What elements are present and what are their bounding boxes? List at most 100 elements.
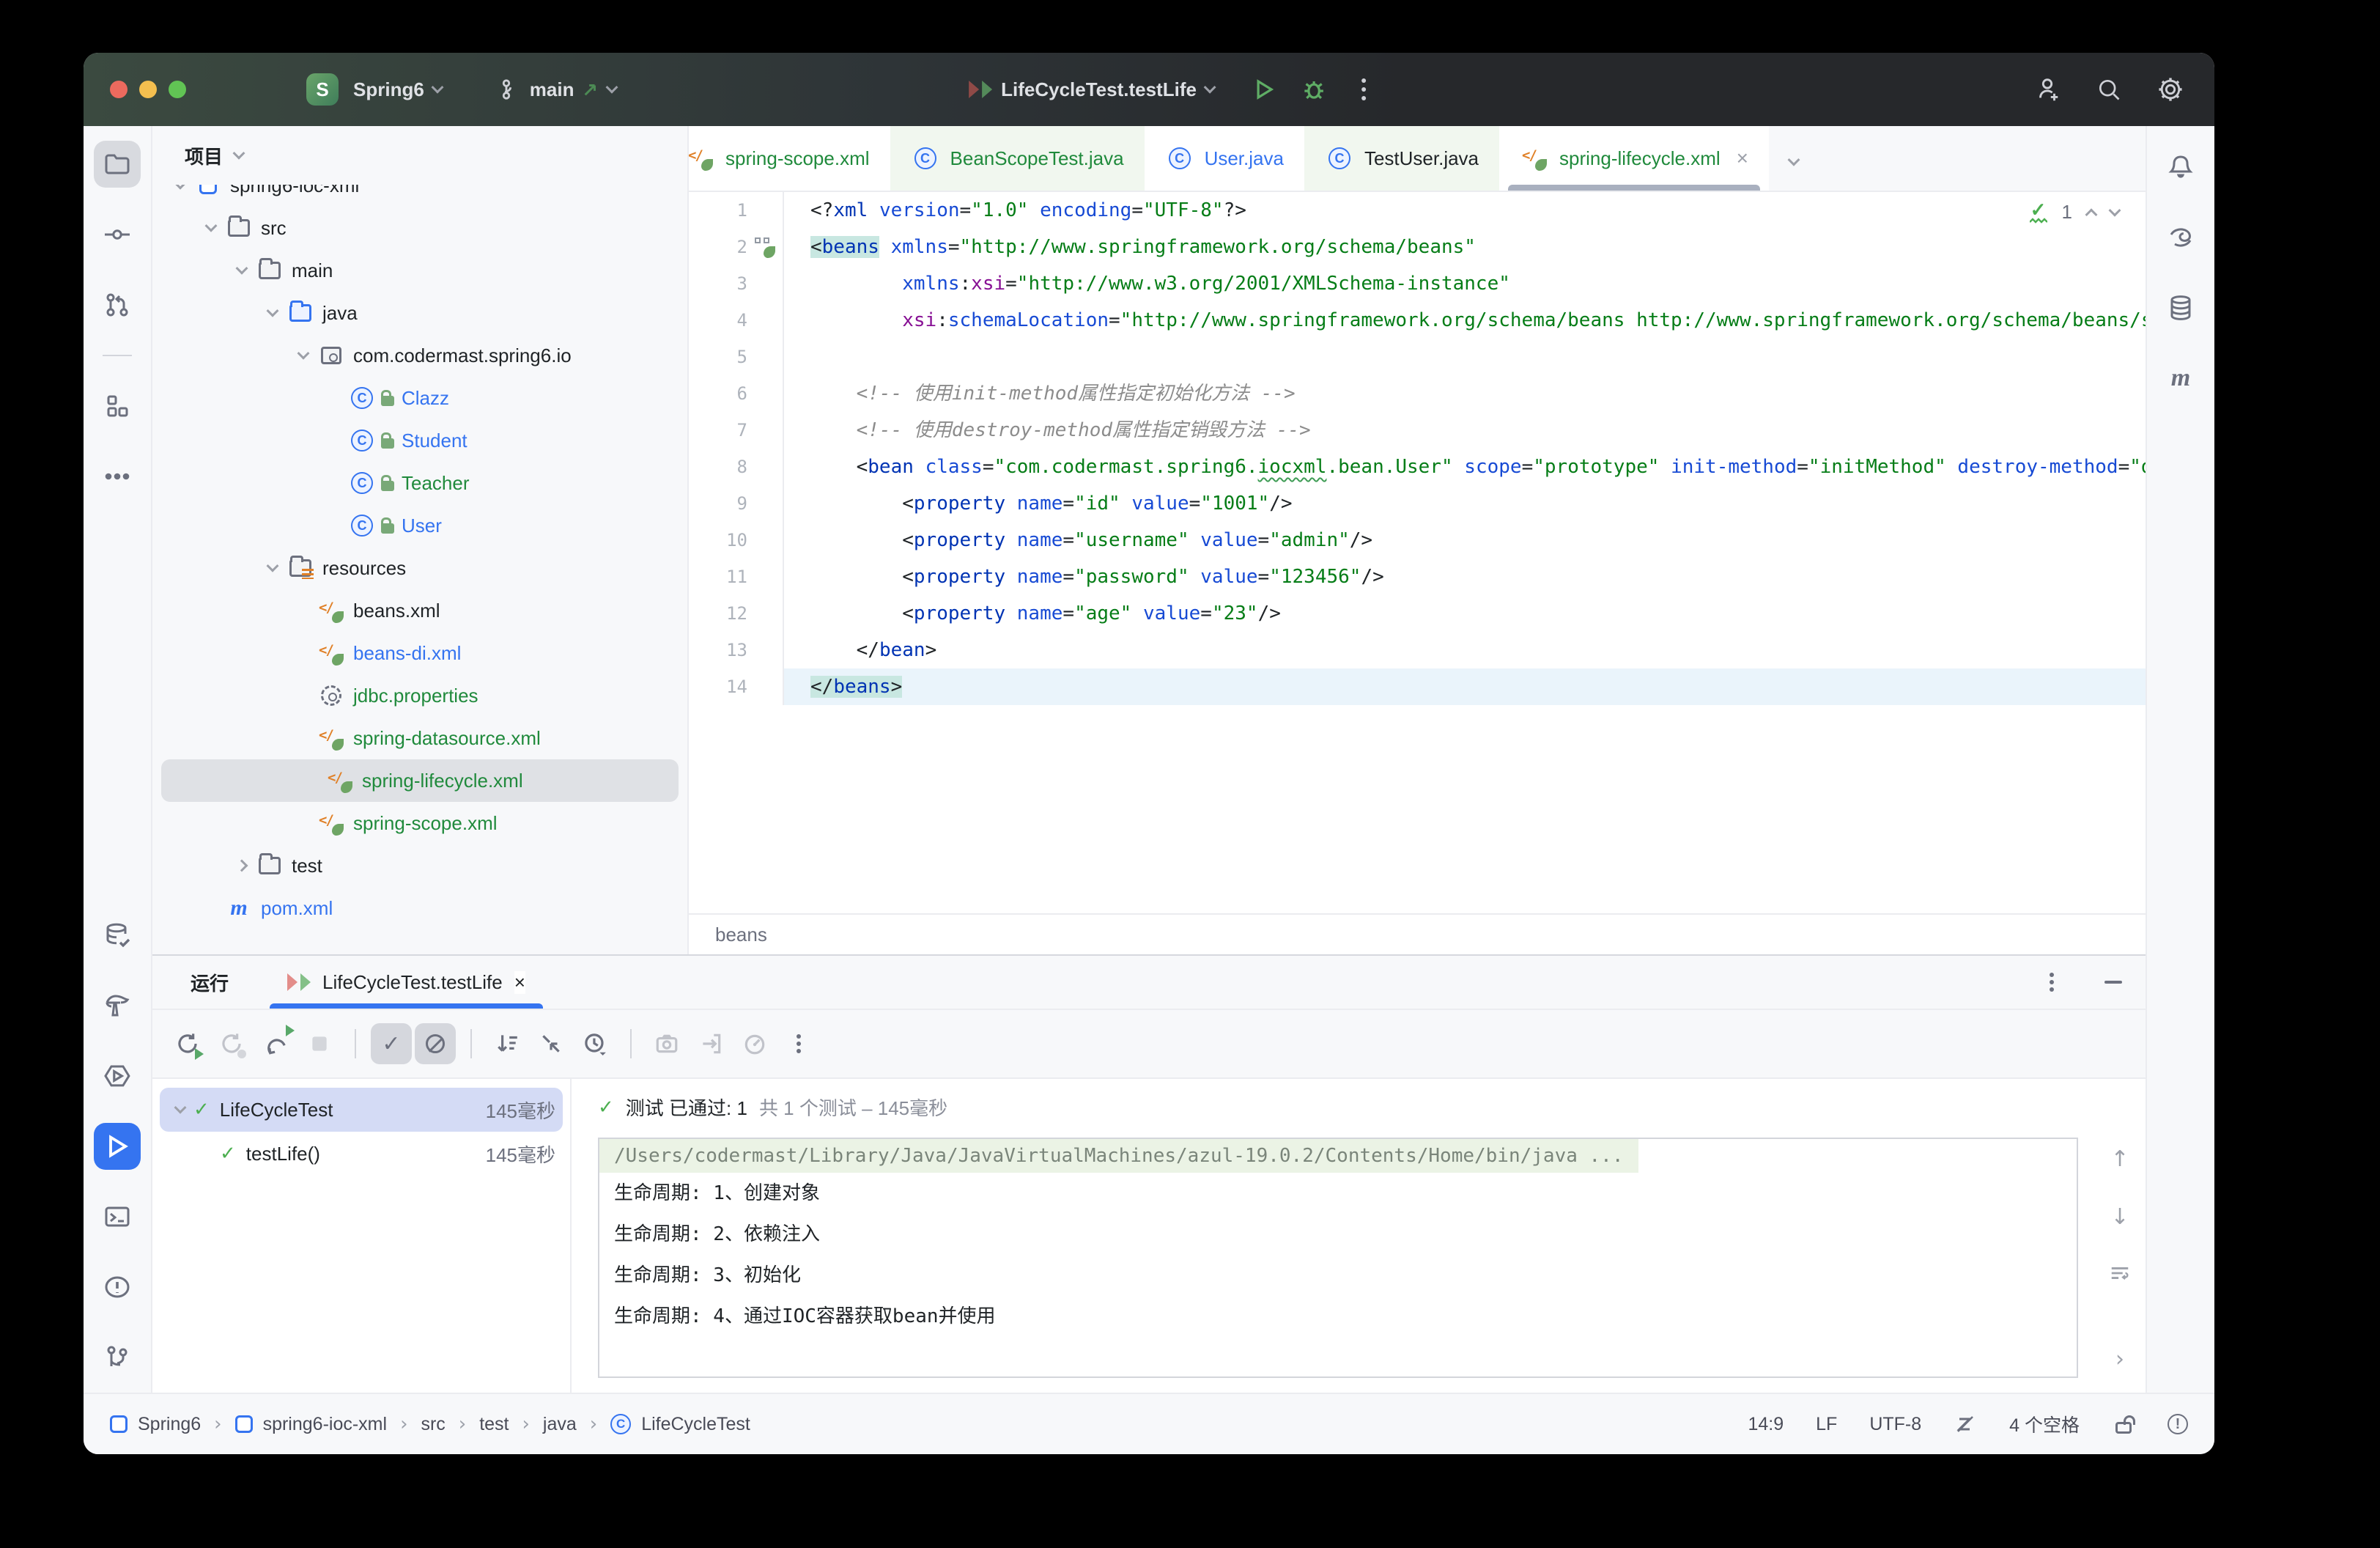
line-separator-widget[interactable]: LF bbox=[1816, 1414, 1837, 1435]
next-problem-button[interactable] bbox=[2109, 204, 2121, 216]
project-widget[interactable]: Spring6 bbox=[353, 78, 442, 101]
scroll-down-button[interactable]: ↓ bbox=[2110, 1204, 2129, 1230]
settings-button[interactable] bbox=[2156, 75, 2185, 104]
show-passed-button[interactable]: ✓ bbox=[371, 1023, 412, 1064]
test-history-button[interactable] bbox=[574, 1023, 616, 1064]
minimize-window-button[interactable] bbox=[139, 81, 157, 98]
window-controls[interactable] bbox=[110, 81, 186, 98]
code-line-1[interactable]: 1<?xml version="1.0" encoding="UTF-8"?> bbox=[689, 192, 2146, 229]
code-line-3[interactable]: 3 xmlns:xsi="http://www.w3.org/2001/XMLS… bbox=[689, 265, 2146, 302]
project-panel-header[interactable]: 项目 bbox=[152, 126, 687, 185]
tree-item-beans-xml[interactable]: </beans.xml bbox=[152, 589, 687, 632]
terminal-tool-button[interactable] bbox=[94, 1193, 141, 1240]
stop-button[interactable] bbox=[299, 1023, 340, 1064]
notifications-button[interactable] bbox=[2157, 144, 2204, 191]
thread-dump-button[interactable] bbox=[646, 1023, 687, 1064]
tree-item-spring-datasource-xml[interactable]: </spring-datasource.xml bbox=[152, 717, 687, 759]
vcs-branch-widget[interactable]: main bbox=[492, 75, 617, 104]
tree-item-spring6-ioc-xml[interactable]: spring6-ioc-xml bbox=[152, 185, 687, 207]
breadcrumb-lifecycletest[interactable]: CLifeCycleTest bbox=[610, 1414, 750, 1435]
coverage-button[interactable] bbox=[734, 1023, 775, 1064]
breadcrumb-tag[interactable]: beans bbox=[715, 924, 767, 946]
run-tool-button[interactable] bbox=[94, 1123, 141, 1170]
project-tool-button[interactable] bbox=[94, 141, 141, 188]
breadcrumb-test[interactable]: test bbox=[479, 1414, 509, 1435]
editor-tab-spring-lifecycle-xml[interactable]: </spring-lifecycle.xml× bbox=[1499, 126, 1769, 191]
spring-tool-button[interactable] bbox=[2157, 214, 2204, 261]
encoding-widget[interactable]: UTF-8 bbox=[1869, 1414, 1921, 1435]
editor-tab-beanscopetest-java[interactable]: CBeanScopeTest.java bbox=[890, 126, 1145, 191]
code-line-12[interactable]: 12 <property name="age" value="23"/> bbox=[689, 595, 2146, 632]
tree-item-pom-xml[interactable]: mpom.xml bbox=[152, 887, 687, 929]
error-notification-icon[interactable]: ! bbox=[2168, 1414, 2188, 1434]
tree-item-test[interactable]: test bbox=[152, 844, 687, 887]
toolbar-more-button[interactable] bbox=[778, 1023, 819, 1064]
chevron-down-icon[interactable] bbox=[259, 309, 286, 317]
toggle-auto-test-button[interactable] bbox=[255, 1023, 296, 1064]
scroll-up-button[interactable]: ↑ bbox=[2110, 1146, 2129, 1172]
code-line-7[interactable]: 7 <!-- 使用destroy-method属性指定销毁方法 --> bbox=[689, 412, 2146, 449]
chevron-down-icon[interactable] bbox=[259, 564, 286, 572]
hide-panel-button[interactable] bbox=[2104, 981, 2122, 984]
maven-tool-button[interactable]: m bbox=[2157, 355, 2204, 402]
navigate-with-single-click-button[interactable] bbox=[531, 1023, 572, 1064]
code-line-14[interactable]: 14</beans> bbox=[689, 668, 2146, 705]
unlock-icon[interactable] bbox=[2112, 1412, 2135, 1436]
code-line-4[interactable]: 4 xsi:schemaLocation="http://www.springf… bbox=[689, 302, 2146, 339]
sort-by-duration-button[interactable] bbox=[487, 1023, 528, 1064]
code-line-11[interactable]: 11 <property name="password" value="1234… bbox=[689, 559, 2146, 595]
git-tool-button[interactable] bbox=[94, 1334, 141, 1381]
tree-item-beans-di-xml[interactable]: </beans-di.xml bbox=[152, 632, 687, 674]
code-line-2[interactable]: 2<beans xmlns="http://www.springframewor… bbox=[689, 229, 2146, 265]
debug-button[interactable] bbox=[1299, 75, 1328, 104]
show-hidden-tabs-button[interactable] bbox=[1789, 145, 1798, 172]
tree-item-student[interactable]: CStudent bbox=[152, 419, 687, 462]
previous-problem-button[interactable] bbox=[2085, 208, 2098, 221]
run-configuration-widget[interactable]: LifeCycleTest.testLife bbox=[969, 78, 1214, 101]
show-ignored-button[interactable] bbox=[415, 1023, 456, 1064]
spring-bean-gutter-icon[interactable] bbox=[755, 237, 774, 257]
tree-item-clazz[interactable]: CClazz bbox=[152, 377, 687, 419]
more-actions-button[interactable] bbox=[1349, 75, 1378, 104]
console-command-line[interactable]: /Users/codermast/Library/Java/JavaVirtua… bbox=[599, 1139, 1638, 1173]
problems-tool-button[interactable] bbox=[94, 1264, 141, 1311]
commit-tool-button[interactable] bbox=[94, 211, 141, 258]
tree-item-jdbc-properties[interactable]: jdbc.properties bbox=[152, 674, 687, 717]
zoom-window-button[interactable] bbox=[169, 81, 186, 98]
editor-tab-testuser-java[interactable]: CTestUser.java bbox=[1304, 126, 1499, 191]
test-node-testlife-[interactable]: ✓testLife()145毫秒 bbox=[152, 1132, 570, 1176]
close-icon[interactable]: × bbox=[1737, 147, 1748, 170]
run-button[interactable] bbox=[1249, 75, 1279, 104]
breadcrumb-spring6-ioc-xml[interactable]: spring6-ioc-xml bbox=[235, 1414, 387, 1435]
chevron-right-icon[interactable] bbox=[229, 861, 255, 870]
soft-wrap-button[interactable] bbox=[2109, 1262, 2131, 1284]
console-output[interactable]: /Users/codermast/Library/Java/JavaVirtua… bbox=[598, 1138, 2078, 1378]
search-everywhere-button[interactable] bbox=[2094, 75, 2124, 104]
highlighting-level-icon[interactable] bbox=[1954, 1412, 1977, 1436]
indent-widget[interactable]: 4 个空格 bbox=[2009, 1411, 2080, 1437]
chevron-down-icon[interactable] bbox=[198, 224, 224, 232]
editor-breadcrumbs[interactable]: beans bbox=[689, 913, 2146, 954]
code-line-13[interactable]: 13 </bean> bbox=[689, 632, 2146, 668]
code-editor[interactable]: 1<?xml version="1.0" encoding="UTF-8"?>2… bbox=[689, 192, 2146, 705]
tree-item-resources[interactable]: resources bbox=[152, 547, 687, 589]
export-test-results-button[interactable] bbox=[690, 1023, 731, 1064]
tree-item-spring-scope-xml[interactable]: </spring-scope.xml bbox=[152, 802, 687, 844]
tree-item-java[interactable]: java bbox=[152, 292, 687, 334]
editor-body[interactable]: 1<?xml version="1.0" encoding="UTF-8"?>2… bbox=[689, 192, 2146, 913]
editor-tab-user-java[interactable]: CUser.java bbox=[1145, 126, 1304, 191]
test-node-lifecycletest[interactable]: ✓LifeCycleTest145毫秒 bbox=[160, 1088, 563, 1132]
rerun-button[interactable] bbox=[167, 1023, 208, 1064]
tree-item-src[interactable]: src bbox=[152, 207, 687, 249]
tree-item-spring-lifecycle-xml[interactable]: </spring-lifecycle.xml bbox=[161, 759, 679, 802]
build-tool-button[interactable] bbox=[94, 982, 141, 1029]
breadcrumb-src[interactable]: src bbox=[421, 1414, 445, 1435]
close-icon[interactable]: × bbox=[514, 971, 525, 994]
chevron-down-icon[interactable] bbox=[167, 1105, 193, 1114]
run-panel-more-button[interactable] bbox=[2037, 968, 2066, 997]
chevron-down-icon[interactable] bbox=[229, 266, 255, 275]
code-with-me-button[interactable] bbox=[2033, 75, 2062, 104]
services-tool-button[interactable] bbox=[94, 912, 141, 959]
pull-requests-tool-button[interactable] bbox=[94, 281, 141, 328]
close-window-button[interactable] bbox=[110, 81, 128, 98]
